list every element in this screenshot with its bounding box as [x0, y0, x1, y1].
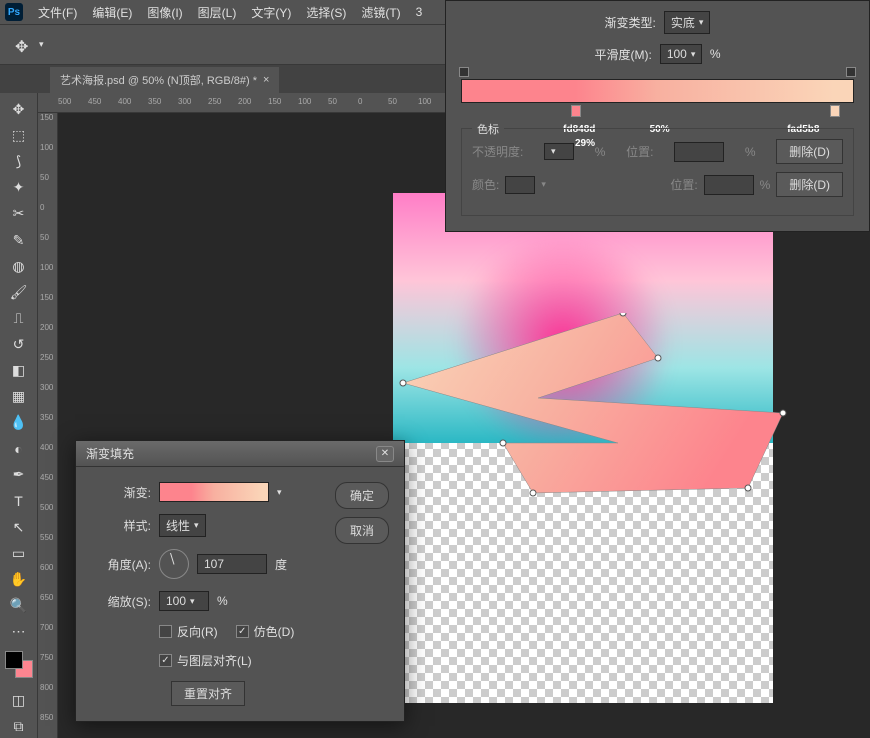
- menu-more[interactable]: 3: [416, 5, 423, 19]
- gradient-type-label: 渐变类型:: [605, 14, 656, 31]
- angle-dial[interactable]: [159, 549, 189, 579]
- menu-type[interactable]: 文字(Y): [251, 4, 291, 21]
- section-title: 色标: [472, 121, 504, 137]
- color-swatches[interactable]: [5, 651, 33, 678]
- zoom-tool-icon[interactable]: 🔍: [7, 594, 31, 617]
- dropdown-icon[interactable]: ▾: [277, 487, 282, 498]
- dropdown-icon[interactable]: ▾: [541, 179, 546, 190]
- opacity-stop-right[interactable]: [846, 67, 856, 77]
- gradient-preview[interactable]: [159, 482, 269, 502]
- angle-input[interactable]: [197, 554, 267, 574]
- cancel-button[interactable]: 取消: [335, 517, 389, 544]
- angle-label: 角度(A):: [91, 556, 151, 573]
- eyedropper-tool-icon[interactable]: ✎: [7, 228, 31, 251]
- smoothness-label: 平滑度(M):: [595, 46, 652, 63]
- menu-layer[interactable]: 图层(L): [198, 4, 237, 21]
- more-tools-icon[interactable]: ⋯: [7, 620, 31, 643]
- position-input-2[interactable]: [704, 175, 754, 195]
- dialog-title-text: 渐变填充: [86, 445, 134, 462]
- toolbox: ✥ ⬚ ⟆ ✦ ✂ ✎ ◍ 🖌 ⎍ ↺ ◧ ▦ 💧 ◐ ✒ T ↖ ▭ ✋ 🔍 …: [0, 93, 38, 738]
- marquee-tool-icon[interactable]: ⬚: [7, 124, 31, 147]
- reverse-checkbox[interactable]: 反向(R): [159, 623, 218, 640]
- style-dropdown[interactable]: 线性: [159, 514, 206, 537]
- brush-tool-icon[interactable]: 🖌: [7, 281, 31, 304]
- path-tool-icon[interactable]: ↖: [7, 516, 31, 539]
- menu-file[interactable]: 文件(F): [38, 4, 77, 21]
- angle-unit: 度: [275, 556, 287, 573]
- menu-edit[interactable]: 编辑(E): [92, 4, 132, 21]
- close-icon[interactable]: ✕: [376, 446, 394, 462]
- shape-tool-icon[interactable]: ▭: [7, 542, 31, 565]
- opacity-label: 不透明度:: [472, 143, 523, 160]
- tab-title: 艺术海报.psd @ 50% (N顶部, RGB/8#) *: [60, 72, 257, 88]
- opacity-input[interactable]: [544, 143, 574, 160]
- gradient-tool-icon[interactable]: ▦: [7, 385, 31, 408]
- color-stop-2[interactable]: [830, 105, 840, 117]
- scale-unit: %: [217, 594, 228, 608]
- document-canvas[interactable]: [393, 193, 773, 703]
- reset-align-button[interactable]: 重置对齐: [171, 681, 245, 706]
- move-tool-icon[interactable]: [15, 37, 31, 53]
- lasso-tool-icon[interactable]: ⟆: [7, 150, 31, 173]
- history-brush-icon[interactable]: ↺: [7, 333, 31, 356]
- ok-button[interactable]: 确定: [335, 482, 389, 509]
- position-unit-2: %: [760, 178, 771, 192]
- dropdown-icon[interactable]: ▾: [39, 39, 44, 50]
- document-tab[interactable]: 艺术海报.psd @ 50% (N顶部, RGB/8#) * ×: [50, 67, 279, 93]
- wand-tool-icon[interactable]: ✦: [7, 176, 31, 199]
- ps-logo: Ps: [5, 3, 23, 21]
- artwork-z-shape[interactable]: [393, 313, 793, 513]
- position-unit: %: [745, 145, 756, 159]
- gradient-type-dropdown[interactable]: 实底: [664, 11, 711, 34]
- scale-label: 缩放(S):: [91, 593, 151, 610]
- blur-tool-icon[interactable]: 💧: [7, 411, 31, 434]
- crop-tool-icon[interactable]: ✂: [7, 202, 31, 225]
- color-stop-1[interactable]: [571, 105, 581, 117]
- position-label: 位置:: [626, 143, 653, 160]
- pen-tool-icon[interactable]: ✒: [7, 463, 31, 486]
- screenmode-icon[interactable]: ⧉: [7, 715, 31, 738]
- gradient-label: 渐变:: [91, 484, 151, 501]
- style-label: 样式:: [91, 517, 151, 534]
- delete-opacity-button[interactable]: 删除(D): [776, 139, 843, 164]
- vertical-ruler: 1501005005010015020025030035040045050055…: [38, 113, 58, 738]
- smoothness-input[interactable]: 100: [660, 44, 702, 64]
- stamp-tool-icon[interactable]: ⎍: [7, 307, 31, 330]
- position-label-2: 位置:: [670, 176, 697, 193]
- align-checkbox[interactable]: 与图层对齐(L): [159, 652, 252, 669]
- dodge-tool-icon[interactable]: ◐: [7, 437, 31, 460]
- opacity-stop-left[interactable]: [459, 67, 469, 77]
- quickmask-icon[interactable]: ◫: [7, 689, 31, 712]
- color-stops-section: 色标 不透明度: % 位置: % 删除(D) 颜色: ▾ 位置: % 删除(D): [461, 128, 854, 216]
- type-tool-icon[interactable]: T: [7, 489, 31, 512]
- fg-color-swatch[interactable]: [5, 651, 23, 669]
- eraser-tool-icon[interactable]: ◧: [7, 359, 31, 382]
- gradient-fill-dialog: 渐变填充 ✕ 渐变: ▾ 样式: 线性 角度(A): 度 缩放(S): 100: [75, 440, 405, 722]
- delete-color-button[interactable]: 删除(D): [776, 172, 843, 197]
- tab-close-icon[interactable]: ×: [263, 74, 269, 86]
- dither-checkbox[interactable]: 仿色(D): [236, 623, 295, 640]
- menu-image[interactable]: 图像(I): [147, 4, 182, 21]
- menu-filter[interactable]: 滤镜(T): [361, 4, 400, 21]
- healing-tool-icon[interactable]: ◍: [7, 255, 31, 278]
- opacity-unit: %: [595, 145, 606, 159]
- move-tool-icon[interactable]: ✥: [7, 98, 31, 121]
- menu-select[interactable]: 选择(S): [306, 4, 346, 21]
- color-swatch[interactable]: [505, 176, 535, 194]
- smoothness-unit: %: [710, 47, 721, 61]
- hand-tool-icon[interactable]: ✋: [7, 568, 31, 591]
- scale-dropdown[interactable]: 100: [159, 591, 209, 611]
- position-input[interactable]: [674, 142, 724, 162]
- gradient-editor-panel: 渐变类型: 实底 平滑度(M): 100 % fd848d 29% 50% fa…: [445, 0, 870, 232]
- color-label: 颜色:: [472, 176, 499, 193]
- gradient-bar[interactable]: fd848d 29% 50% fad5b8 95%: [461, 79, 854, 103]
- dialog-titlebar[interactable]: 渐变填充 ✕: [76, 441, 404, 467]
